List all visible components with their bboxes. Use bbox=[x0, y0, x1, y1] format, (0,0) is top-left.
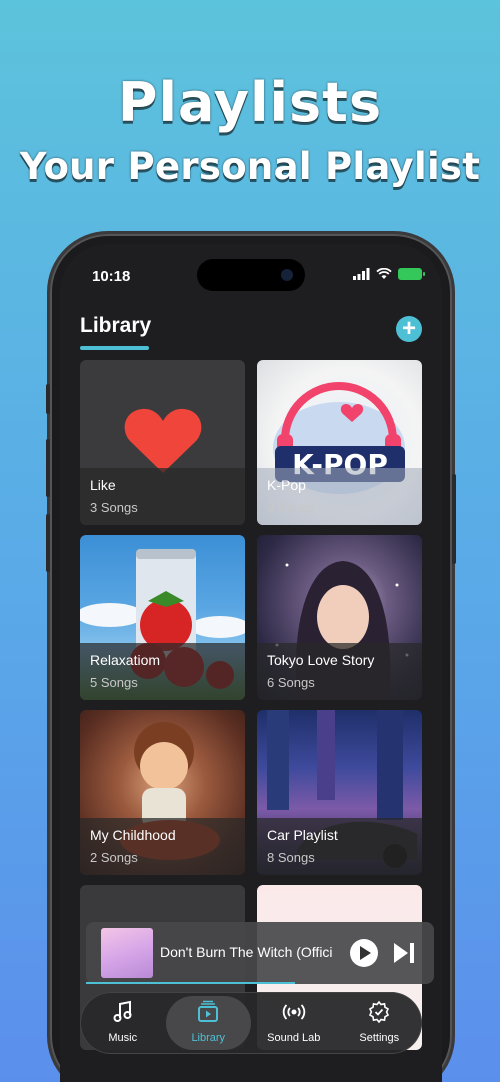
app-screen: 10:18 Library + Like 3 Songs K-POP K-Pop… bbox=[60, 244, 442, 1082]
mute-switch bbox=[46, 384, 50, 414]
music-note-icon bbox=[113, 1000, 132, 1022]
playlist-song-count: 6 Songs bbox=[267, 675, 315, 690]
headline-title: Playlists bbox=[117, 71, 383, 134]
playlist-song-count: 3 Songs bbox=[90, 500, 138, 515]
volume-down-button bbox=[46, 514, 50, 572]
now-playing-title: Don't Burn The Witch (Offici bbox=[160, 944, 333, 960]
plus-icon: + bbox=[401, 315, 416, 342]
library-play-icon bbox=[198, 1000, 219, 1022]
now-playing-artwork bbox=[101, 928, 153, 978]
wifi-icon bbox=[376, 268, 392, 279]
tab-settings[interactable]: Settings bbox=[337, 992, 423, 1054]
tab-label: Music bbox=[108, 1032, 138, 1044]
playlist-name: Relaxatiom bbox=[90, 652, 161, 668]
library-title: Library bbox=[80, 314, 152, 337]
tab-label: Settings bbox=[359, 1032, 400, 1044]
signal-icon bbox=[353, 268, 370, 280]
playlist-name: My Childhood bbox=[90, 827, 176, 843]
battery-icon bbox=[398, 268, 425, 280]
playlist-name: Like bbox=[90, 477, 116, 493]
playlist-card-kpop[interactable]: K-POP K-Pop 3 Songs bbox=[257, 360, 422, 525]
tab-sound-lab[interactable]: Sound Lab bbox=[251, 992, 337, 1054]
playlist-name: Tokyo Love Story bbox=[267, 652, 375, 668]
next-track-button[interactable] bbox=[392, 942, 416, 964]
playlist-song-count: 8 Songs bbox=[267, 850, 315, 865]
playlist-name: K-Pop bbox=[267, 477, 306, 493]
library-header: Library + bbox=[80, 312, 422, 352]
playlist-card-like[interactable]: Like 3 Songs bbox=[80, 360, 245, 525]
volume-up-button bbox=[46, 439, 50, 497]
tab-music[interactable]: Music bbox=[80, 992, 166, 1054]
broadcast-icon bbox=[282, 1004, 306, 1020]
status-icons bbox=[353, 268, 425, 280]
tab-bar: Music Library Sound Lab Settings bbox=[80, 992, 422, 1054]
play-button[interactable] bbox=[350, 939, 378, 967]
playlist-card-relaxation[interactable]: Relaxatiom 5 Songs bbox=[80, 535, 245, 700]
dynamic-island bbox=[197, 259, 305, 291]
add-playlist-button[interactable]: + bbox=[396, 316, 422, 342]
playlist-song-count: 5 Songs bbox=[90, 675, 138, 690]
playlist-card-car-playlist[interactable]: Car Playlist 8 Songs bbox=[257, 710, 422, 875]
heart-icon bbox=[124, 408, 202, 473]
playlist-card-tokyo-love-story[interactable]: Tokyo Love Story 6 Songs bbox=[257, 535, 422, 700]
headline-subtitle: Your Personal Playlist bbox=[19, 145, 481, 188]
power-button bbox=[452, 474, 456, 564]
status-time: 10:18 bbox=[92, 268, 131, 285]
tab-label: Library bbox=[191, 1032, 226, 1044]
mini-player[interactable]: Don't Burn The Witch (Offici bbox=[86, 922, 434, 984]
phone-frame: 10:18 Library + Like 3 Songs K-POP K-Pop… bbox=[46, 234, 456, 1082]
library-title-underline bbox=[80, 346, 149, 350]
playback-progress-bar bbox=[86, 982, 295, 984]
marketing-headline: Playlists Your Personal Playlist bbox=[0, 70, 500, 190]
gear-icon bbox=[369, 1000, 390, 1024]
tab-label: Sound Lab bbox=[267, 1032, 321, 1044]
tab-library[interactable]: Library bbox=[165, 996, 251, 1050]
playlist-name: Car Playlist bbox=[267, 827, 338, 843]
playlist-song-count: 3 Songs bbox=[267, 500, 315, 515]
playlist-card-my-childhood[interactable]: My Childhood 2 Songs bbox=[80, 710, 245, 875]
playlist-song-count: 2 Songs bbox=[90, 850, 138, 865]
